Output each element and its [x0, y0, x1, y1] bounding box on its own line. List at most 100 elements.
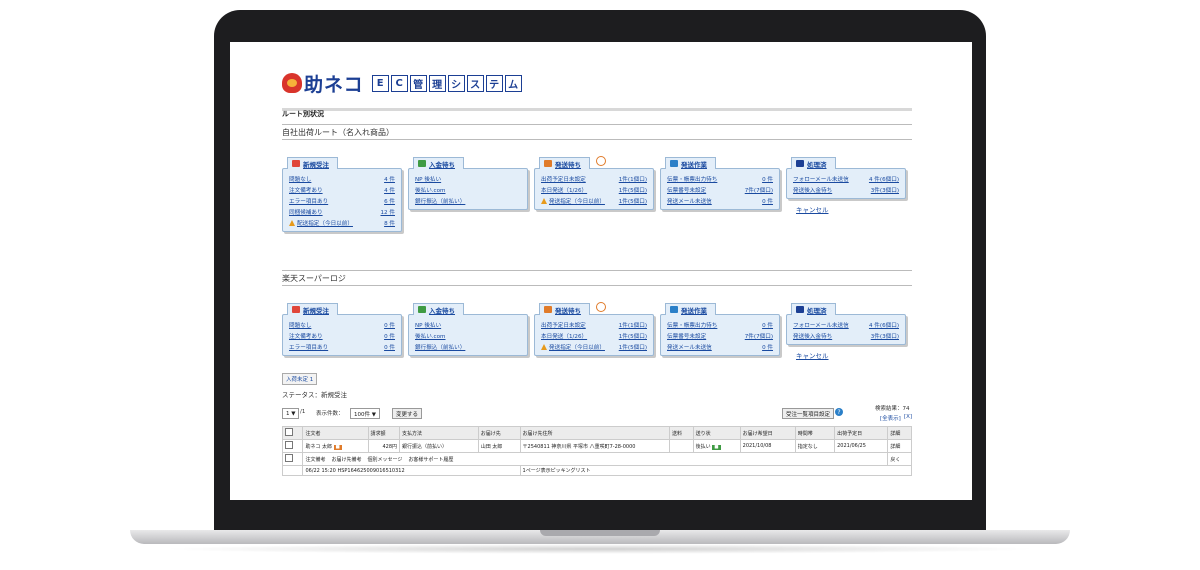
panel-tab-link[interactable]: 処理済 [791, 157, 836, 169]
panel-row-link[interactable]: 伝票番号未設定 7件(7個口) [661, 184, 779, 195]
panel-tab-link[interactable]: 新規受注 [287, 303, 338, 315]
close-link[interactable]: [X] [904, 414, 912, 420]
page-select[interactable]: 1 ▼ [282, 408, 300, 419]
panel-row-count: 1件(5個口) [618, 333, 647, 340]
pending-arrival-button[interactable]: 入荷未定 1 [282, 373, 318, 385]
column-header: 請求額 [367, 426, 401, 440]
status-panel: 発送待ち出荷予定日未設定 1件(1個口) 本日発送（1/26） 1件(5個口) 発送指定… [534, 157, 654, 210]
change-button[interactable]: 変更する [392, 408, 423, 419]
panel-tab-link[interactable]: 新規受注 [287, 157, 338, 169]
panel-tab-link[interactable]: 発送作業 [665, 157, 716, 169]
panel-row-count: 4 件(6個口) [868, 176, 899, 183]
panel-row-link[interactable]: エラー項目あり 0 件 [283, 341, 401, 352]
amount-cell: 428円 [367, 439, 401, 453]
panel-tab-link[interactable]: 処理済 [791, 303, 836, 315]
panel-row-link[interactable]: 銀行振込（前払い） [409, 195, 527, 206]
row-action-link[interactable]: お届け先備考 [331, 457, 361, 463]
row-checkbox-cell[interactable] [281, 439, 304, 453]
picking-list-text[interactable]: 1ページ表示ピッキングリスト [523, 468, 591, 474]
panel-row-link[interactable]: 問題なし 0 件 [283, 319, 401, 330]
address-cell: 〒2540811 神奈川県 平塚市 八重咲町7-28-0000 [519, 439, 671, 453]
row-action-link[interactable]: 個別メッセージ [367, 457, 402, 463]
panel-row-link[interactable]: 発送後入金待ち 3件(3個口) [787, 330, 905, 341]
panel-row-link[interactable]: 発送メール未送信 0 件 [661, 341, 779, 352]
logo-box-char: E [371, 74, 389, 92]
screen: 助ネコ EC管理システム ルート別状況 自社出荷ルート（名入れ商品） 新規受注 問題… [230, 42, 972, 500]
panel-icon [418, 306, 426, 313]
show-all-link[interactable]: [全表示] [880, 414, 901, 422]
panel-icon [418, 160, 426, 167]
detail-cell[interactable]: 詳細 [887, 439, 912, 453]
section-divider [282, 108, 912, 111]
app-logo[interactable]: 助ネコ EC管理システム [282, 70, 524, 96]
panel-row-link[interactable]: 発送後入金待ち 3件(3個口) [787, 184, 905, 195]
panel-row-label: 銀行振込（前払い） [415, 344, 466, 351]
status-panel: 新規受注問題なし 0 件注文備考あり 0 件エラー項目あり 0 件 [282, 303, 402, 356]
panel-row-link[interactable]: 注文備考あり 4 件 [283, 184, 401, 195]
panel-row-link[interactable]: 同梱候補あり 12 件 [283, 206, 401, 217]
panel-tab-link[interactable]: 入金待ち [413, 303, 464, 315]
panel-tab-link[interactable]: 発送作業 [665, 303, 716, 315]
select-all-checkbox[interactable] [285, 428, 293, 436]
panel-row-label: 本日発送（1/26） [541, 187, 588, 194]
customer-cell: 助ネコ 太郎 ■ [302, 439, 369, 453]
panel-title: 発送作業 [681, 160, 707, 169]
column-header: 詳細 [887, 426, 912, 440]
panel-row-link[interactable]: 発送指定（今日以前） 1件(5個口) [535, 195, 653, 206]
panel-row-label: 同梱候補あり [289, 209, 323, 216]
panel-row-link[interactable]: 出荷予定日未設定 1件(1個口) [535, 319, 653, 330]
panel-row-link[interactable]: 伝票番号未設定 7件(7個口) [661, 330, 779, 341]
panel-row-link[interactable]: 伝票・帳票出力待ち 0 件 [661, 173, 779, 184]
row-checkbox-cell-2[interactable] [281, 452, 304, 466]
help-icon[interactable]: ? [835, 408, 843, 416]
row-checkbox-2[interactable] [285, 454, 293, 462]
logo-box-char: テ [485, 74, 503, 92]
panel-row-link[interactable]: 伝票・帳票出力待ち 0 件 [661, 319, 779, 330]
row-checkbox[interactable] [285, 441, 293, 449]
row-action-link[interactable]: 注文備考 [305, 457, 325, 463]
panel-row-link[interactable]: 注文備考あり 0 件 [283, 330, 401, 341]
panel-row-label: 後払い.com [415, 333, 446, 340]
panel-row-label: 発送メール未送信 [667, 344, 712, 351]
panel-row-link[interactable]: 問題なし 4 件 [283, 173, 401, 184]
panel-row-link[interactable]: 配送指定（今日以前） 8 件 [283, 217, 401, 228]
status-panel: 新規受注問題なし 4 件注文備考あり 4 件エラー項目あり 6 件同梱候補あり 12 件… [282, 157, 402, 232]
return-cell[interactable]: 戻く [887, 452, 912, 466]
panel-row-link[interactable]: 後払い.com [409, 184, 527, 195]
status-panel: 発送作業伝票・帳票出力待ち 0 件伝票番号未設定 7件(7個口) 発送メール未送信 0 … [660, 303, 780, 356]
panel-tab-link[interactable]: 発送待ち [539, 157, 590, 169]
panel-row-link[interactable]: 発送指定（今日以前） 1件(5個口) [535, 341, 653, 352]
panel-row-count: 0 件 [762, 176, 773, 183]
table-row[interactable]: 助ネコ 太郎 ■ 428円 銀行振込（前払い） 山田 太郎 〒2540811 神… [281, 439, 912, 453]
panel-row-link[interactable]: 本日発送（1/26） 1件(5個口) [535, 184, 653, 195]
panel-title: 新規受注 [303, 306, 329, 315]
panel-row-link[interactable]: フォローメール未送信 4 件(6個口) [787, 319, 905, 330]
panel-row-link[interactable]: エラー項目あり 6 件 [283, 195, 401, 206]
row-action-link[interactable]: お客様サポート履歴 [408, 457, 453, 463]
panel-row-link[interactable]: 本日発送（1/26） 1件(5個口) [535, 330, 653, 341]
panel-row-link[interactable]: 出荷予定日未設定 1件(1個口) [535, 173, 653, 184]
panel-tab-link[interactable]: 発送待ち [539, 303, 590, 315]
panel-row-link[interactable]: NP 後払い [409, 319, 527, 330]
list-settings-button[interactable]: 受注一覧項目設定 [782, 408, 835, 419]
panel-tab-link[interactable]: 入金待ち [413, 157, 464, 169]
panel-row-link[interactable]: 銀行振込（前払い） [409, 341, 527, 352]
column-header [281, 426, 304, 440]
panel-row-link[interactable]: 発送メール未送信 0 件 [661, 195, 779, 206]
panel-row-link[interactable]: フォローメール未送信 4 件(6個口) [787, 173, 905, 184]
return-button[interactable]: 戻く [890, 457, 900, 463]
panel-row-link[interactable]: NP 後払い [409, 173, 527, 184]
panel-row-label: 伝票・帳票出力待ち [667, 322, 718, 329]
slip-cell: 後払い ■ [692, 439, 741, 453]
per-page-select[interactable]: 100件 ▼ [350, 408, 380, 419]
cancel-link[interactable]: キャンセル [796, 204, 829, 214]
slip-type: 後払い [695, 443, 711, 450]
picking-list-link[interactable]: 1ページ表示ピッキングリスト [519, 465, 913, 476]
detail-button[interactable]: 詳細 [890, 444, 900, 450]
panel-row-label: 本日発送（1/26） [541, 333, 588, 340]
search-icon[interactable] [596, 302, 606, 312]
panel-row-count: 0 件 [762, 198, 773, 205]
panel-row-link[interactable]: 後払い.com [409, 330, 527, 341]
cancel-link[interactable]: キャンセル [796, 350, 829, 360]
search-icon[interactable] [596, 156, 606, 166]
